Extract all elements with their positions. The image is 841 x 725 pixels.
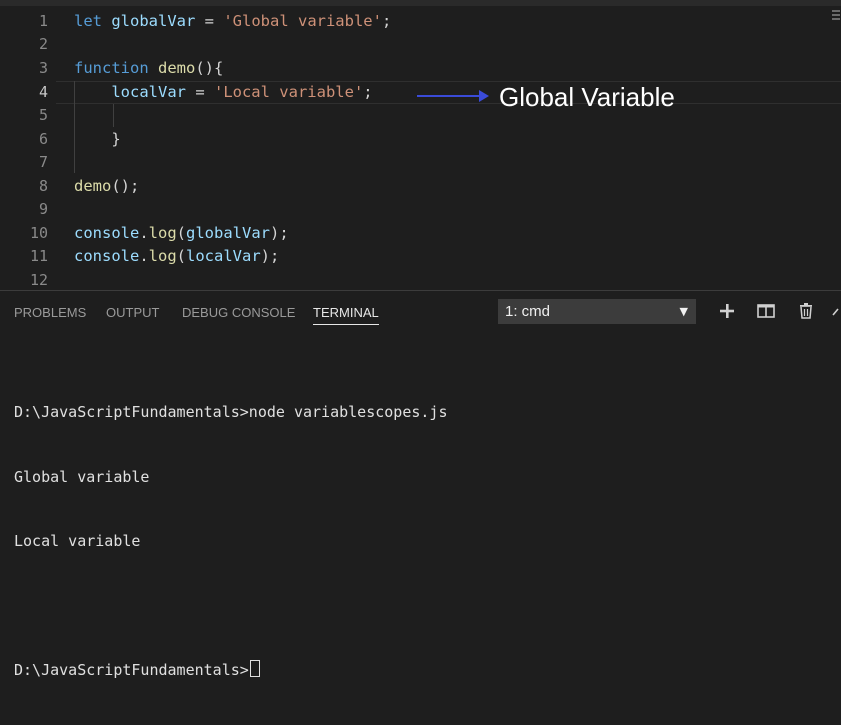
line-number: 4 — [38, 83, 48, 101]
terminal-output[interactable]: D:\JavaScriptFundamentals>node variables… — [14, 359, 834, 725]
line-number: 2 — [38, 35, 48, 53]
code-text: localVar = 'Local variable'; — [74, 81, 373, 104]
line-number: 8 — [38, 177, 48, 195]
code-editor[interactable]: 1 let globalVar = 'Global variable'; 2 3 fun… — [0, 0, 841, 290]
code-token: } — [74, 130, 121, 148]
code-token: ; — [381, 12, 392, 30]
code-token: log — [148, 247, 177, 265]
code-text: console.log(localVar); — [74, 245, 279, 268]
code-token: = — [185, 83, 214, 101]
tab-terminal[interactable]: TERMINAL — [313, 291, 379, 335]
terminal-line: Global variable — [14, 467, 150, 486]
minimap-icon[interactable] — [832, 10, 840, 24]
code-line[interactable]: 8 demo(); — [0, 175, 841, 198]
code-token: function — [74, 59, 158, 77]
terminal-prompt-line: D:\JavaScriptFundamentals> — [14, 660, 834, 682]
code-line[interactable]: 11 console.log(localVar); — [0, 245, 841, 268]
annotation-label: Global Variable — [499, 82, 675, 112]
code-text: function demo(){ — [74, 57, 223, 80]
code-token: ); — [260, 247, 280, 265]
code-token: 'Local variable' — [213, 83, 364, 101]
line-number: 5 — [38, 106, 48, 124]
trash-icon[interactable] — [796, 301, 816, 321]
active-tab-underline — [313, 324, 379, 325]
code-text: console.log(globalVar); — [74, 222, 289, 245]
code-line[interactable]: 6 } — [0, 128, 841, 151]
code-line[interactable]: 1 let globalVar = 'Global variable'; — [0, 10, 841, 33]
tab-debug-console[interactable]: DEBUG CONSOLE — [182, 291, 295, 335]
editor-top-strip — [0, 0, 841, 6]
terminal-select-value: 1: cmd — [505, 303, 551, 320]
line-number: 9 — [38, 200, 48, 218]
line-number: 3 — [38, 59, 48, 77]
code-token: console — [74, 247, 140, 265]
plus-icon[interactable] — [717, 301, 737, 321]
code-text: } — [74, 128, 121, 151]
code-token: ; — [363, 83, 373, 101]
code-token: localVar — [186, 247, 261, 265]
panel-tabs: PROBLEMS OUTPUT DEBUG CONSOLE TERMINAL 1… — [0, 291, 841, 335]
code-token: globalVar — [186, 224, 271, 242]
code-token: ( — [176, 247, 187, 265]
line-number: 11 — [29, 247, 48, 265]
code-line[interactable]: 9 — [0, 198, 841, 221]
code-token: console — [74, 224, 140, 242]
line-number: 7 — [38, 153, 48, 171]
code-token: . — [139, 247, 149, 265]
code-token: . — [139, 224, 149, 242]
code-token: log — [148, 224, 177, 242]
code-line[interactable]: 2 — [0, 33, 841, 56]
code-text: let globalVar = 'Global variable'; — [74, 10, 391, 33]
annotation-arrow-head — [479, 90, 489, 102]
code-token: 'Global variable' — [223, 12, 382, 30]
code-token: (); — [111, 177, 140, 195]
line-number: 6 — [38, 130, 48, 148]
line-number: 12 — [29, 271, 48, 289]
chevron-down-icon: ▼ — [679, 305, 688, 318]
chevron-up-icon[interactable] — [832, 301, 841, 321]
tab-terminal-label: TERMINAL — [313, 305, 379, 320]
annotation-arrow — [417, 95, 487, 97]
line-number: 10 — [29, 224, 48, 242]
code-line[interactable]: 5 — [0, 104, 841, 127]
code-token: demo — [158, 59, 196, 77]
code-line[interactable]: 12 — [0, 269, 841, 290]
code-token: ); — [270, 224, 289, 242]
code-token: demo — [74, 177, 112, 195]
terminal-cursor — [249, 660, 260, 677]
tab-output[interactable]: OUTPUT — [106, 291, 159, 335]
code-token: (){ — [195, 59, 224, 77]
terminal-line: D:\JavaScriptFundamentals>node variables… — [14, 403, 448, 421]
tab-problems[interactable]: PROBLEMS — [14, 291, 86, 335]
terminal-line: Local variable — [14, 532, 141, 550]
line-number: 1 — [38, 12, 48, 30]
code-line[interactable]: 7 — [0, 151, 841, 174]
code-token: let — [74, 12, 112, 30]
code-token: localVar — [111, 83, 186, 101]
code-text: demo(); — [74, 175, 139, 198]
bottom-panel: PROBLEMS OUTPUT DEBUG CONSOLE TERMINAL 1… — [0, 290, 841, 679]
code-token: = — [195, 12, 224, 30]
code-line[interactable]: 4 localVar = 'Local variable'; — [0, 81, 841, 104]
split-terminal-icon[interactable] — [756, 301, 776, 321]
code-token: globalVar — [111, 12, 196, 30]
code-token: ( — [176, 224, 187, 242]
code-line[interactable]: 10 console.log(globalVar); — [0, 222, 841, 245]
terminal-select[interactable]: 1: cmd ▼ — [498, 299, 696, 324]
terminal-prompt: D:\JavaScriptFundamentals> — [14, 661, 249, 679]
code-line[interactable]: 3 function demo(){ — [0, 57, 841, 80]
